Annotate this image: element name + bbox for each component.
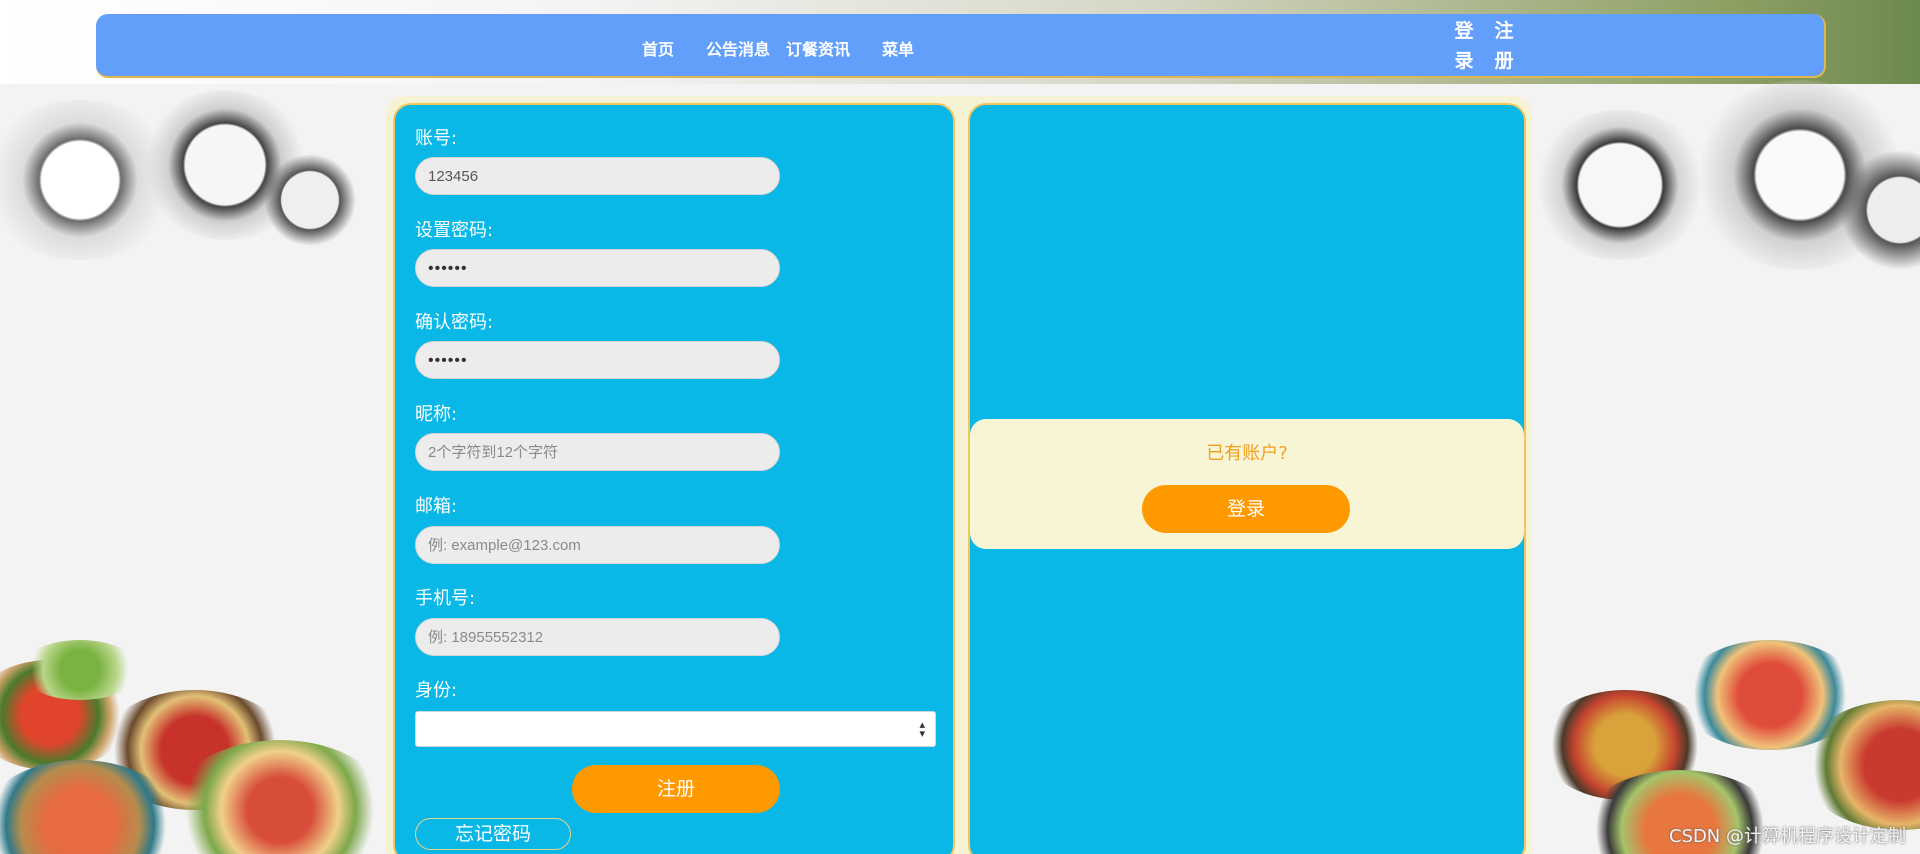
account-label: 账号: xyxy=(415,128,458,149)
login-button[interactable]: 登录 xyxy=(1142,485,1350,533)
email-input[interactable]: 例: example@123.com xyxy=(415,526,780,564)
has-account-text: 已有账户? xyxy=(1206,443,1288,464)
register-link-bottom: 册 xyxy=(1494,50,1514,72)
login-link-bottom: 录 xyxy=(1454,50,1474,72)
forgot-password-button[interactable]: 忘记密码 xyxy=(415,818,571,850)
select-updown-icon: ▴ ▾ xyxy=(919,718,925,740)
login-prompt-box: 已有账户? 登录 xyxy=(970,419,1524,549)
nav-announcements[interactable]: 公告消息 xyxy=(706,36,770,60)
register-link[interactable]: 注 册 xyxy=(1494,16,1514,76)
register-link-top: 注 xyxy=(1494,20,1514,42)
register-button[interactable]: 注册 xyxy=(572,765,780,813)
identity-select[interactable]: ▴ ▾ xyxy=(415,711,936,747)
watermark-text: CSDN @计算机程序设计定制 xyxy=(1668,826,1906,847)
account-input[interactable]: 123456 xyxy=(415,157,780,195)
email-label: 邮箱: xyxy=(415,496,458,517)
nickname-input[interactable]: 2个字符到12个字符 xyxy=(415,433,780,471)
login-link-top: 登 xyxy=(1454,20,1474,42)
nav-home[interactable]: 首页 xyxy=(642,36,674,60)
background-doodle xyxy=(1530,110,1710,260)
nav-dining-info[interactable]: 订餐资讯 xyxy=(786,36,850,60)
background-doodle xyxy=(260,150,360,250)
phone-label: 手机号: xyxy=(415,588,476,609)
identity-label: 身份: xyxy=(415,680,458,701)
background-doodle xyxy=(20,640,140,700)
confirm-password-input[interactable]: •••••• xyxy=(415,341,780,379)
phone-input[interactable]: 例: 18955552312 xyxy=(415,618,780,656)
nav-menu[interactable]: 菜单 xyxy=(882,36,914,60)
top-navbar: 首页 公告消息 订餐资讯 菜单 登 录 注 册 xyxy=(96,14,1826,78)
password-input[interactable]: •••••• xyxy=(415,249,780,287)
login-link[interactable]: 登 录 xyxy=(1454,16,1474,76)
password-label: 设置密码: xyxy=(415,220,494,241)
confirm-password-label: 确认密码: xyxy=(415,312,494,333)
nickname-label: 昵称: xyxy=(415,404,458,425)
